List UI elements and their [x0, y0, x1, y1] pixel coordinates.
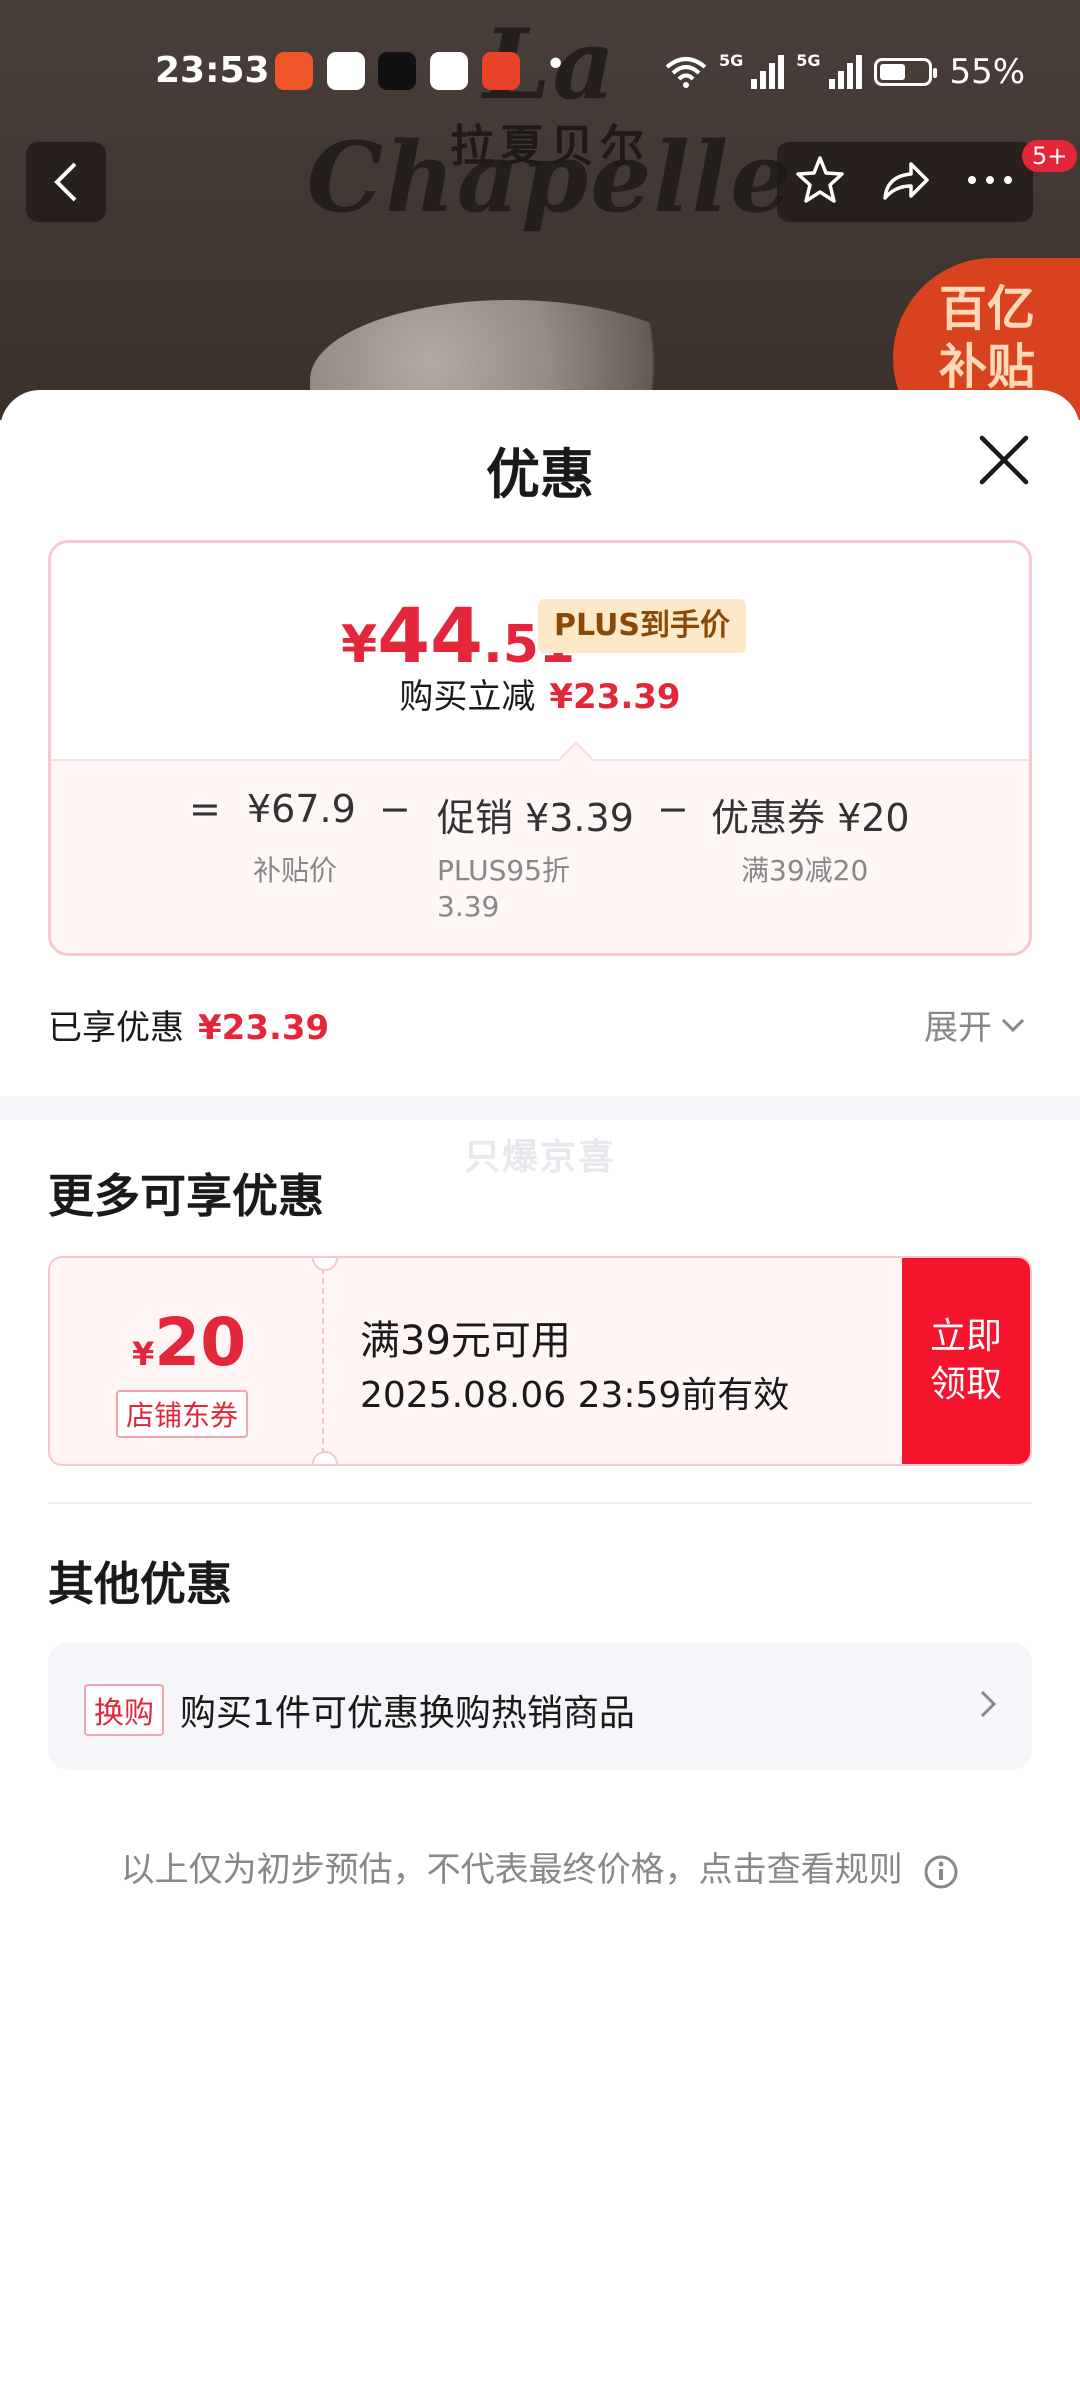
coupon-value: 20: [154, 1304, 247, 1381]
disclaimer-text: 以上仅为初步预估，不代表最终价格，点击查看规则: [120, 1850, 903, 1890]
calc-coupon-label: 满39减20: [741, 854, 869, 887]
status-bar: 23:53 • 5G 5G 55%: [0, 44, 1080, 100]
calc-operator: −: [379, 787, 411, 831]
battery-level-fill: [879, 64, 905, 80]
chevron-left-icon: [54, 162, 77, 202]
coupon-dashed-separator: [322, 1258, 324, 1464]
battery-percentage: 55%: [949, 52, 1026, 92]
more-options-button[interactable]: [964, 154, 1016, 210]
purchase-reduction: 购买立减 ¥23.39: [51, 669, 1029, 718]
calc-subsidy-label: 补贴价: [253, 854, 338, 887]
share-button[interactable]: [879, 154, 931, 210]
favorite-button[interactable]: [794, 154, 846, 210]
more-dots-icon: [968, 176, 1013, 184]
calc-operator: −: [657, 787, 689, 831]
star-icon: [795, 156, 844, 203]
swap-description: 购买1件可优惠换购热销商品: [180, 1693, 635, 1734]
reduction-amount: ¥23.39: [549, 677, 681, 717]
calc-operator: =: [189, 787, 221, 831]
coupon-type-tag: 店铺东券: [116, 1390, 249, 1438]
swap-purchase-row[interactable]: 换购 购买1件可优惠换购热销商品: [48, 1642, 1032, 1770]
price-integer: 44: [377, 591, 483, 680]
price-currency: ¥: [341, 615, 378, 675]
status-time: 23:53: [155, 50, 270, 91]
network-type-label: 5G: [796, 50, 821, 70]
coupon-amount: ¥20: [132, 1304, 246, 1381]
calc-promotion-label: PLUS95折 3.39: [437, 854, 570, 923]
shop-coupon-card: ¥20 店铺东券 满39元可用 2025.08.06 23:59前有效 立即 领…: [48, 1256, 1032, 1466]
app-notification-icon: [327, 52, 365, 90]
coupon-condition: 满39元可用: [360, 1318, 571, 1364]
promo-badge-line1: 百亿: [939, 281, 1036, 337]
top-action-bar: [777, 142, 1033, 222]
section-divider: [0, 1096, 1080, 1120]
claim-label-line1: 立即: [929, 1316, 1002, 1357]
share-icon: [883, 162, 929, 200]
price-disclaimer[interactable]: 以上仅为初步预估，不代表最终价格，点击查看规则: [0, 1842, 1080, 1891]
back-button[interactable]: [26, 142, 106, 222]
discount-bottom-sheet: 优惠 ¥44.51 PLUS到手价 购买立减 ¥23.39 = ¥67.9 补贴价…: [0, 390, 1080, 2400]
signal-icon: [751, 55, 785, 89]
chevron-down-icon: [1001, 1018, 1025, 1032]
battery-icon: [873, 58, 937, 86]
calc-subsidy-price: ¥67.9: [247, 787, 356, 831]
status-indicators: 5G 5G 55%: [665, 50, 1026, 92]
enjoyed-discount: 已享优惠 ¥23.39: [48, 1000, 329, 1049]
swap-tag: 换购: [84, 1684, 164, 1736]
other-discounts-title: 其他优惠: [48, 1557, 232, 1611]
expand-button[interactable]: 展开: [924, 1000, 1026, 1049]
wifi-icon: [665, 57, 707, 88]
notification-badge: 5+: [1022, 140, 1078, 172]
more-notifications-dot: •: [545, 44, 567, 85]
reduction-label: 购买立减: [399, 677, 536, 717]
coupon-validity: 2025.08.06 23:59前有效: [360, 1375, 790, 1416]
final-price-section: ¥44.51 PLUS到手价 购买立减 ¥23.39: [51, 543, 1029, 759]
calc-promotion: 促销 ¥3.39: [437, 796, 634, 840]
promo-badge-line2: 补贴: [939, 339, 1036, 395]
enjoyed-amount: ¥23.39: [198, 1008, 330, 1048]
product-page-background: La Chapelle 拉夏贝尔 23:53 • 5G 5G 55% 5+ 百亿…: [0, 0, 1080, 420]
claim-label-line2: 领取: [929, 1364, 1002, 1405]
close-button[interactable]: [974, 430, 1034, 490]
tiktok-notification-icon: [378, 52, 416, 90]
signal-icon: [828, 55, 862, 89]
divider: [48, 1502, 1032, 1504]
coupon-currency: ¥: [132, 1335, 155, 1373]
brand-logo-cn: 拉夏贝尔: [450, 121, 650, 172]
sheet-title: 优惠: [486, 443, 594, 506]
claim-coupon-button[interactable]: 立即 领取: [902, 1258, 1030, 1464]
app-notification-icon: [275, 52, 313, 90]
info-icon: [924, 1855, 958, 1888]
plus-price-tag: PLUS到手价: [538, 599, 747, 653]
more-discounts-title: 更多可享优惠: [48, 1169, 324, 1223]
expand-label: 展开: [924, 1008, 992, 1048]
app-notification-icon: [482, 52, 520, 90]
coupon-punch-hole: [312, 1451, 338, 1464]
coupon-value-section: ¥20 店铺东券: [50, 1258, 322, 1464]
close-icon: [979, 435, 1029, 485]
search-app-notification-icon: [430, 52, 468, 90]
enjoyed-label: 已享优惠: [48, 1008, 184, 1048]
price-calculation: = ¥67.9 补贴价 − 促销 ¥3.39 PLUS95折 3.39 − 优惠…: [51, 741, 1029, 953]
price-breakdown-card: ¥44.51 PLUS到手价 购买立减 ¥23.39 = ¥67.9 补贴价 − …: [48, 540, 1032, 956]
network-type-label: 5G: [719, 50, 744, 70]
calc-coupon: 优惠券 ¥20: [711, 796, 910, 840]
chevron-right-icon: [980, 1690, 997, 1718]
